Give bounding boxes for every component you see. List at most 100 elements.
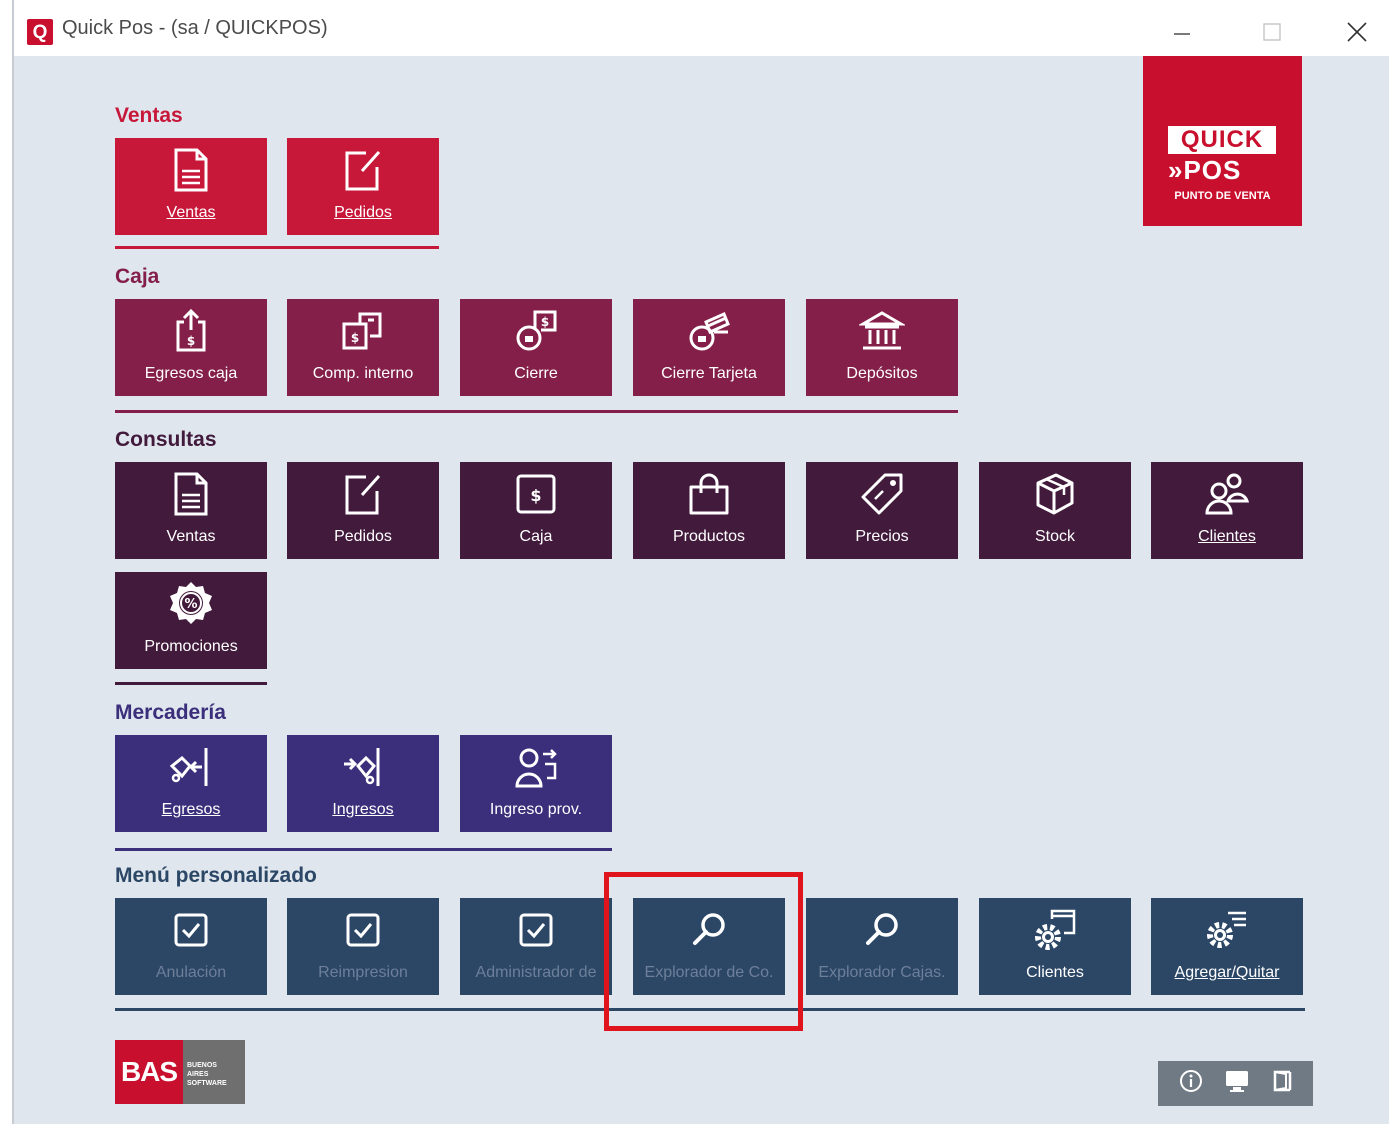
maximize-button[interactable] xyxy=(1249,10,1295,54)
gear-window-icon xyxy=(1032,906,1078,954)
tile-pedidos[interactable]: Pedidos xyxy=(287,138,439,235)
checkbox-icon xyxy=(516,906,556,954)
bank-icon xyxy=(859,307,905,355)
tile-consulta-caja[interactable]: $ Caja xyxy=(460,462,612,559)
close-button[interactable] xyxy=(1334,10,1380,54)
gear-list-icon xyxy=(1204,906,1250,954)
tile-label: Agregar/Quitar xyxy=(1174,964,1280,981)
tile-consulta-stock[interactable]: Stock xyxy=(979,462,1131,559)
tile-cierre[interactable]: $ Cierre xyxy=(460,299,612,396)
document-icon xyxy=(171,146,211,194)
shopping-bag-icon xyxy=(686,470,732,518)
tile-label: Productos xyxy=(672,528,746,545)
svg-text:$: $ xyxy=(541,315,549,329)
boxes-icon xyxy=(1032,470,1078,518)
maximize-icon xyxy=(1263,23,1281,41)
quickpos-logo: QUICK »POS PUNTO DE VENTA xyxy=(1143,56,1302,226)
close-icon xyxy=(1347,22,1367,42)
tile-egresos[interactable]: Egresos xyxy=(115,735,267,832)
section-divider xyxy=(115,246,439,249)
tile-label: Caja xyxy=(519,528,553,545)
tile-cierre-tarjeta[interactable]: Cierre Tarjeta xyxy=(633,299,785,396)
search-icon xyxy=(862,906,902,954)
section-title-mercaderia: Mercadería xyxy=(115,701,226,724)
edit-note-icon xyxy=(342,470,384,518)
tile-label: Cierre Tarjeta xyxy=(661,365,757,382)
checkbox-icon xyxy=(171,906,211,954)
tile-label: Stock xyxy=(1034,528,1075,545)
tile-consulta-promociones[interactable]: % Promociones xyxy=(115,572,267,669)
tile-egresos-caja[interactable]: $ Egresos caja xyxy=(115,299,267,396)
tile-reimpresion[interactable]: Reimpresion xyxy=(287,898,439,995)
tile-label: Reimpresion xyxy=(318,964,408,981)
document-icon xyxy=(171,470,211,518)
tile-label: Explorador Cajas. xyxy=(818,964,946,981)
supplier-in-icon xyxy=(513,743,559,791)
tile-consulta-productos[interactable]: Productos xyxy=(633,462,785,559)
cash-icon: $ xyxy=(513,470,559,518)
svg-text:$: $ xyxy=(187,334,195,348)
tile-label: Cierre xyxy=(514,365,558,382)
tile-label: Ventas xyxy=(166,204,216,221)
tile-label: Precios xyxy=(855,528,909,545)
tile-consulta-ventas[interactable]: Ventas xyxy=(115,462,267,559)
tile-label: Ventas xyxy=(166,528,216,545)
svg-text:$: $ xyxy=(351,331,359,345)
tile-label: Clientes xyxy=(1026,964,1084,981)
section-title-ventas: Ventas xyxy=(115,104,183,127)
tile-ingresos[interactable]: Ingresos xyxy=(287,735,439,832)
minimize-icon xyxy=(1174,33,1190,35)
highlight-annotation xyxy=(604,872,803,1031)
tile-consulta-pedidos[interactable]: Pedidos xyxy=(287,462,439,559)
checkbox-icon xyxy=(343,906,383,954)
app-icon: Q xyxy=(27,19,53,45)
section-divider xyxy=(115,410,958,413)
tile-depositos[interactable]: Depósitos xyxy=(806,299,958,396)
cash-close-icon: $ xyxy=(513,307,559,355)
tile-label: Egresos caja xyxy=(144,365,238,382)
section-divider xyxy=(115,848,612,851)
status-toolbar xyxy=(1158,1061,1313,1106)
minimize-button[interactable] xyxy=(1159,10,1205,54)
svg-text:$: $ xyxy=(530,486,541,505)
dolly-out-icon xyxy=(168,743,214,791)
section-title-consultas: Consultas xyxy=(115,428,217,451)
tile-label: Egresos xyxy=(161,801,221,818)
tile-label: Anulación xyxy=(155,964,227,981)
tile-label: Pedidos xyxy=(334,204,392,221)
title-bar: Q Quick Pos - (sa / QUICKPOS) xyxy=(14,0,1389,56)
bas-logo: BAS BUENOS AIRES SOFTWARE xyxy=(115,1040,245,1104)
section-title-caja: Caja xyxy=(115,265,160,288)
monitor-icon[interactable] xyxy=(1223,1068,1251,1099)
tile-agregar-quitar[interactable]: Agregar/Quitar xyxy=(1151,898,1303,995)
tile-label: Administrador de xyxy=(475,964,597,981)
tile-ventas[interactable]: Ventas xyxy=(115,138,267,235)
exit-icon[interactable] xyxy=(1270,1068,1294,1099)
svg-text:%: % xyxy=(184,597,197,612)
price-tag-icon xyxy=(859,470,905,518)
tile-anulacion[interactable]: Anulación xyxy=(115,898,267,995)
tile-label: Promociones xyxy=(144,638,238,655)
tile-label: Depósitos xyxy=(846,365,918,382)
cash-transfer-icon: $ xyxy=(340,307,386,355)
tile-label: Ingresos xyxy=(332,801,394,818)
percent-badge-icon: % xyxy=(167,580,215,628)
tile-explorador-cajas[interactable]: Explorador Cajas. xyxy=(806,898,958,995)
window-title: Quick Pos - (sa / QUICKPOS) xyxy=(62,17,328,39)
info-icon[interactable] xyxy=(1178,1068,1204,1099)
cash-out-icon: $ xyxy=(171,307,211,355)
tile-label: Ingreso prov. xyxy=(489,801,583,818)
tile-label: Pedidos xyxy=(334,528,392,545)
dolly-in-icon xyxy=(340,743,386,791)
users-icon xyxy=(1204,470,1250,518)
tile-label: Comp. interno xyxy=(312,365,414,382)
edit-note-icon xyxy=(342,146,384,194)
tile-consulta-precios[interactable]: Precios xyxy=(806,462,958,559)
tile-administrador[interactable]: Administrador de xyxy=(460,898,612,995)
tile-ingreso-prov[interactable]: Ingreso prov. xyxy=(460,735,612,832)
tile-menu-clientes[interactable]: Clientes xyxy=(979,898,1131,995)
tile-label: Clientes xyxy=(1198,528,1256,545)
section-divider xyxy=(115,682,267,685)
tile-consulta-clientes[interactable]: Clientes xyxy=(1151,462,1303,559)
tile-comp-interno[interactable]: $ Comp. interno xyxy=(287,299,439,396)
